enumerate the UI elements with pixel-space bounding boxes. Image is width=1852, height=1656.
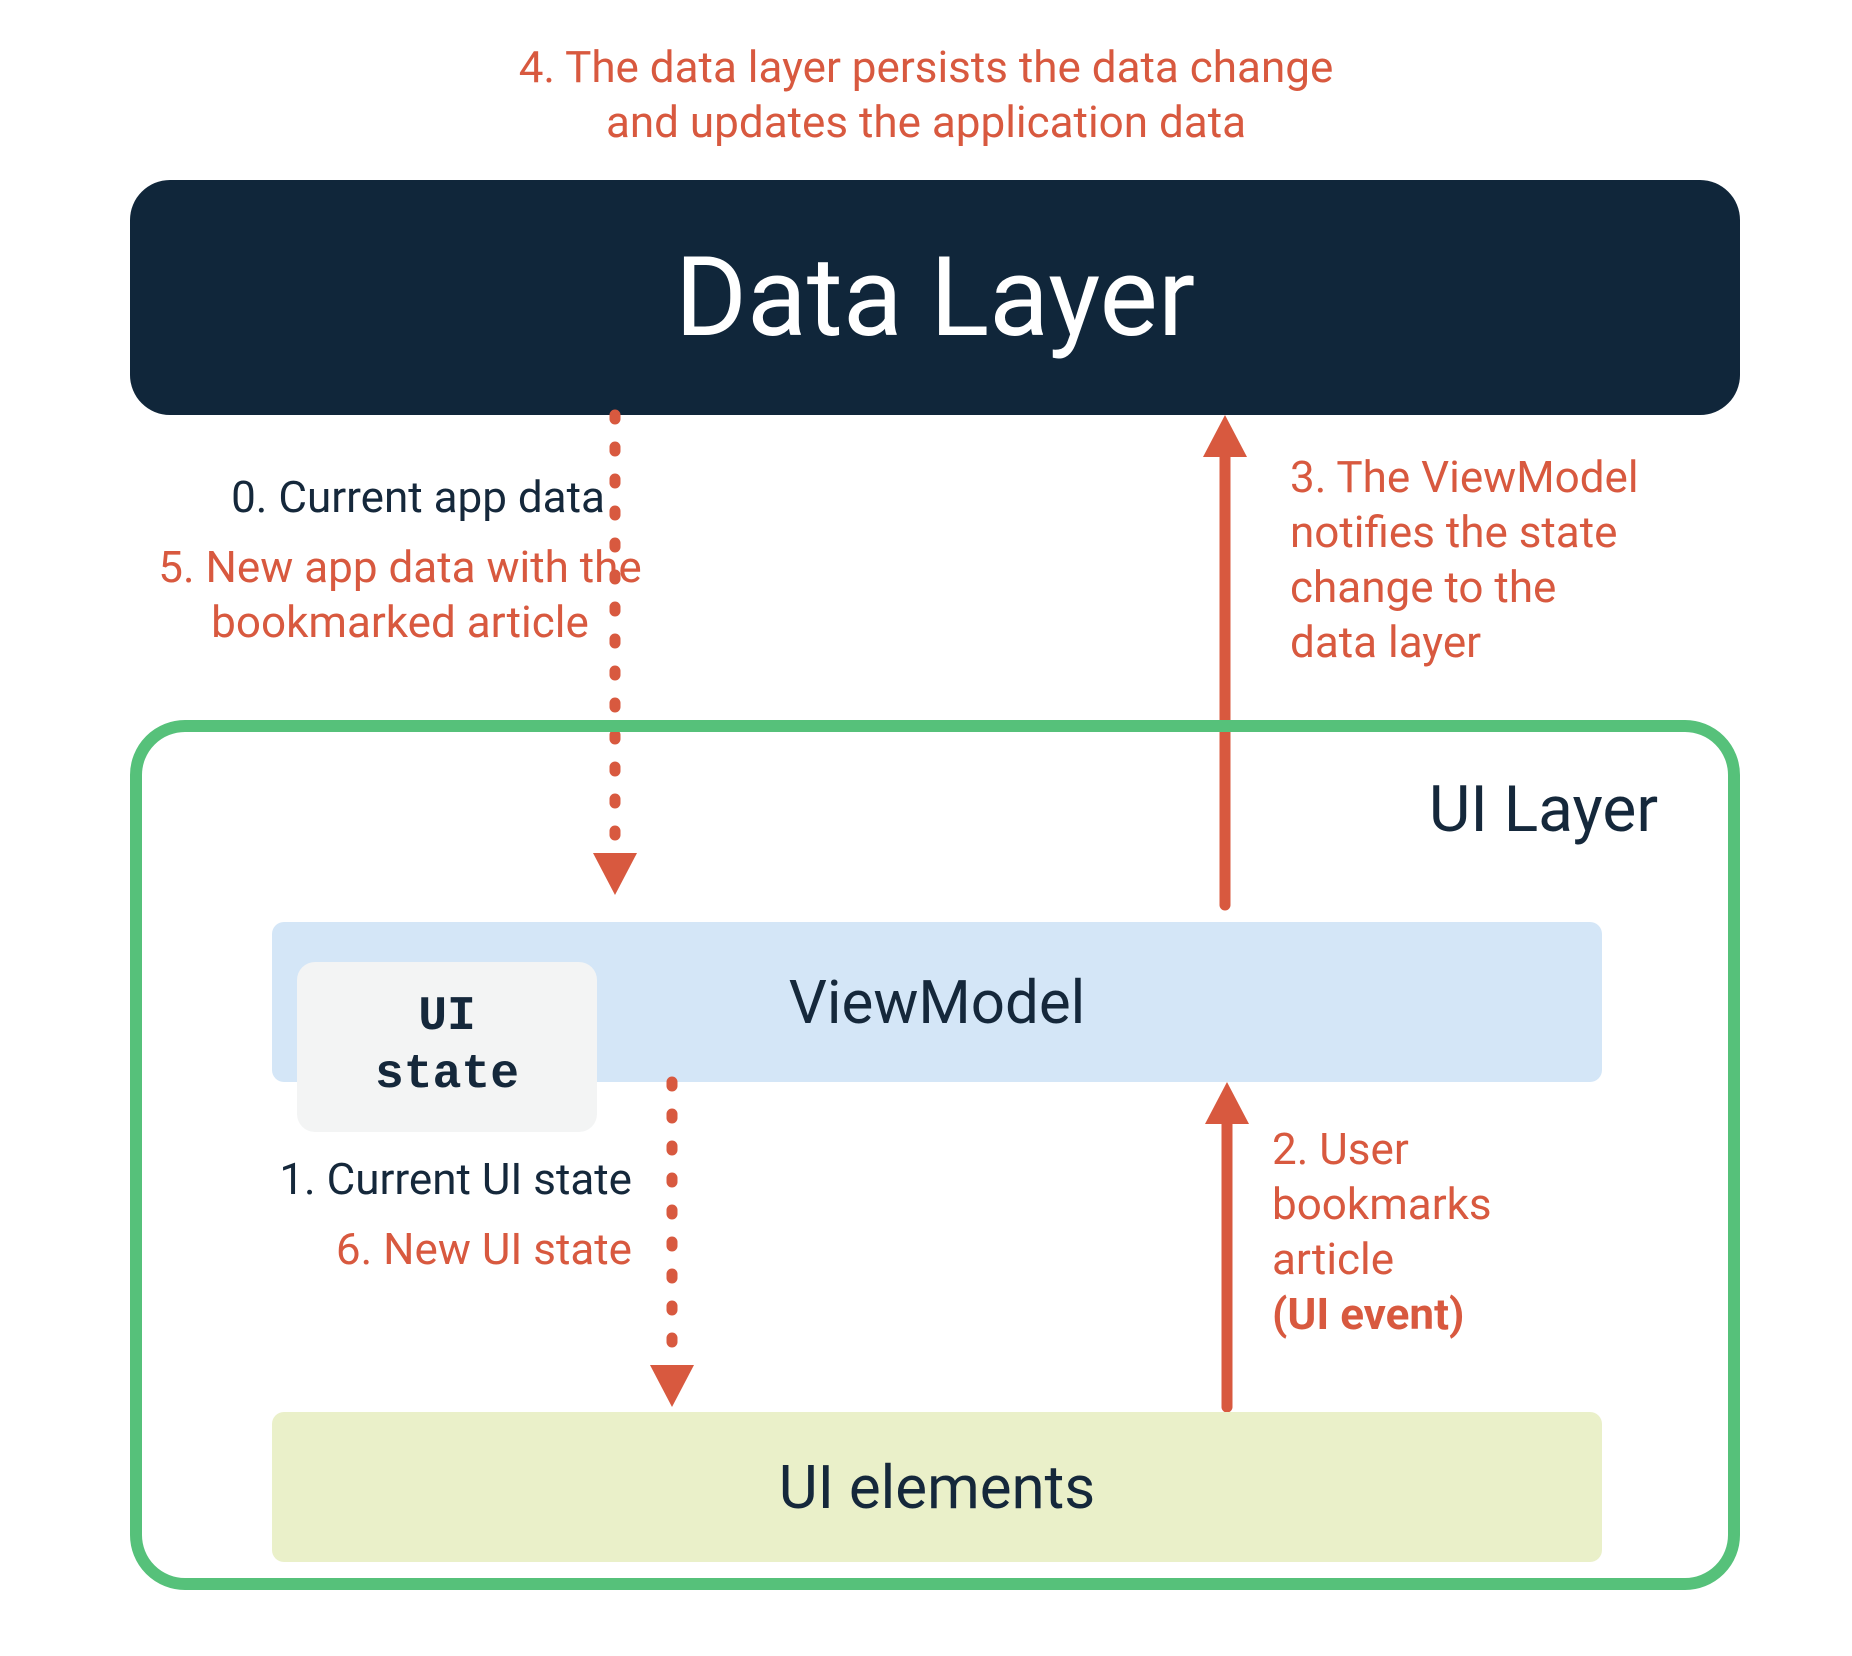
ui-state-label: UIstate [375, 989, 519, 1104]
ui-layer-container: UI Layer ViewModel UIstate 1. Current UI… [130, 720, 1740, 1590]
ui-layer-label: UI Layer [1429, 772, 1658, 847]
ui-state-box: UIstate [297, 962, 597, 1132]
arrow-ui-to-viewmodel-icon [1202, 1082, 1252, 1407]
step-5-annotation: 5. New app data with thebookmarked artic… [50, 540, 750, 650]
step-2-line4: (UI event) [1272, 1288, 1464, 1340]
step-2-line3: article [1272, 1233, 1394, 1285]
step-3-annotation: 3. The ViewModelnotifies the statechange… [1290, 450, 1810, 670]
step-2-line2: bookmarks [1272, 1178, 1492, 1230]
step-4-annotation: 4. The data layer persists the data chan… [0, 40, 1852, 150]
step-1-annotation: 1. Current UI state [182, 1152, 632, 1207]
ui-elements-box: UI elements [272, 1412, 1602, 1562]
data-layer-box: Data Layer [130, 180, 1740, 415]
data-layer-label: Data Layer [675, 233, 1195, 362]
step-2-annotation: 2. User bookmarks article (UI event) [1272, 1122, 1652, 1342]
arrow-viewmodel-to-ui-icon [652, 1082, 692, 1407]
step-6-annotation: 6. New UI state [182, 1222, 632, 1277]
step-2-line1: 2. User [1272, 1123, 1409, 1175]
ui-elements-label: UI elements [779, 1452, 1096, 1523]
viewmodel-label: ViewModel [789, 967, 1086, 1038]
